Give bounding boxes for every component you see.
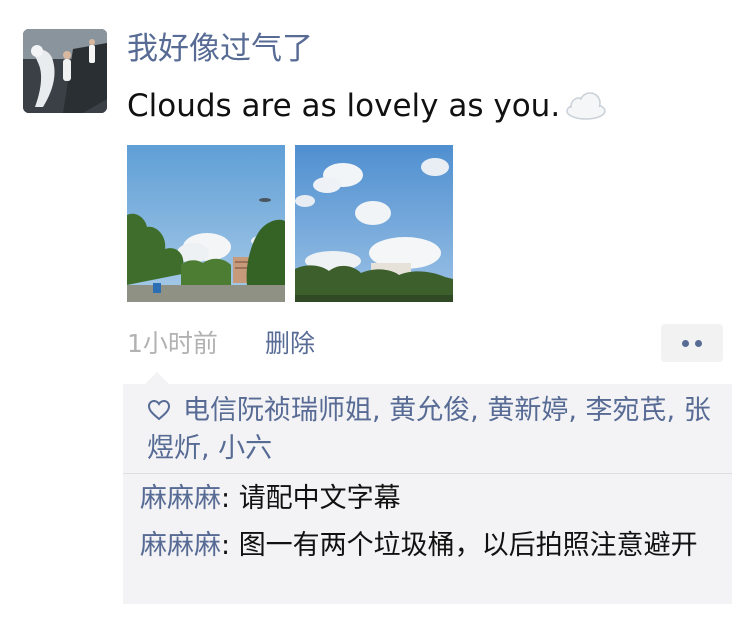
comment-author[interactable]: 麻麻麻 bbox=[140, 530, 221, 561]
photo-1[interactable] bbox=[127, 145, 285, 302]
sky-trees-photo-icon bbox=[127, 145, 285, 302]
like-name[interactable]: 李宛芪 bbox=[586, 395, 667, 426]
delete-button[interactable]: 删除 bbox=[265, 324, 315, 364]
comment-item[interactable]: 麻麻麻: 图一有两个垃圾桶，以后拍照注意避开 bbox=[140, 527, 720, 565]
more-button[interactable] bbox=[661, 324, 723, 362]
post-time: 1小时前 bbox=[127, 329, 218, 358]
comment-author[interactable]: 麻麻麻 bbox=[140, 483, 221, 514]
post-username[interactable]: 我好像过气了 bbox=[127, 27, 313, 71]
photo-2[interactable] bbox=[295, 145, 453, 302]
comment-separator: : bbox=[221, 483, 239, 514]
cloud-emoji-icon bbox=[566, 92, 606, 120]
likes-list: 电信阮祯瑞师姐, 黄允俊, 黄新婷, 李宛芪, 张煜炘, 小六 bbox=[147, 395, 711, 464]
divider bbox=[123, 473, 732, 474]
post-text-content: Clouds are as lovely as you. bbox=[127, 88, 561, 124]
comment-box-arrow bbox=[145, 372, 169, 384]
like-name[interactable]: 黄新婷 bbox=[487, 395, 568, 426]
heart-icon bbox=[147, 399, 171, 421]
comment-item[interactable]: 麻麻麻: 请配中文字幕 bbox=[140, 480, 720, 518]
comment-separator: : bbox=[221, 530, 239, 561]
more-dots-icon bbox=[695, 339, 702, 347]
sky-clouds-photo-icon bbox=[295, 145, 453, 302]
like-name[interactable]: 小六 bbox=[218, 433, 272, 464]
comment-text: 图一有两个垃圾桶，以后拍照注意避开 bbox=[238, 530, 698, 561]
like-name[interactable]: 黄允俊 bbox=[389, 395, 470, 426]
post-text: Clouds are as lovely as you. bbox=[127, 84, 608, 128]
avatar-image bbox=[23, 29, 107, 113]
comment-text: 请配中文字幕 bbox=[238, 483, 401, 514]
avatar[interactable] bbox=[23, 29, 107, 113]
more-dots-icon bbox=[682, 339, 689, 347]
like-name[interactable]: 电信阮祯瑞师姐 bbox=[183, 395, 372, 426]
